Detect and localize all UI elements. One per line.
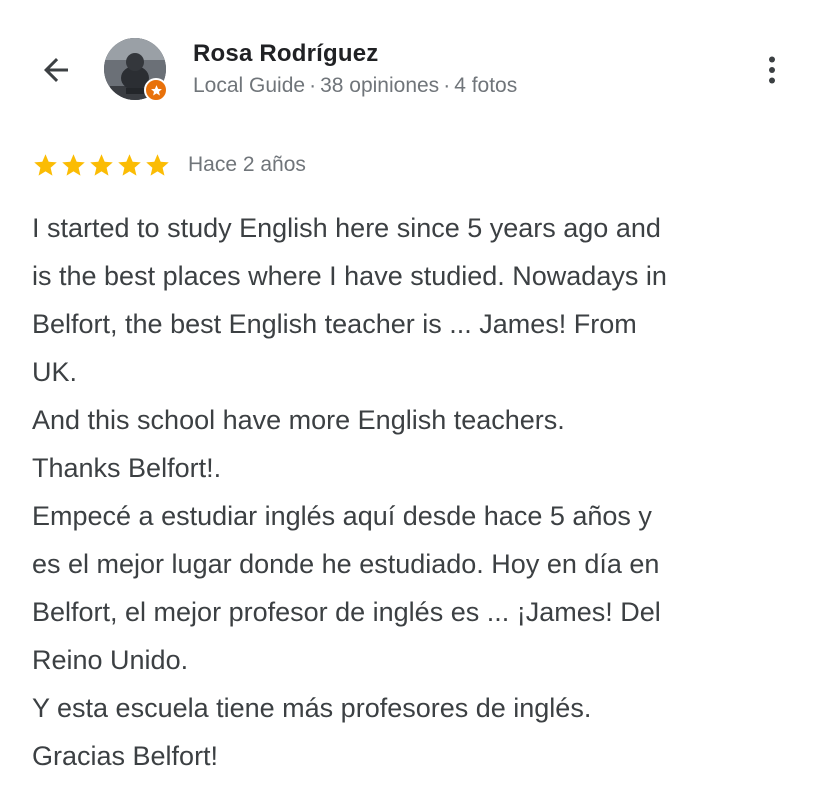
star-filled-icon bbox=[34, 153, 57, 176]
more-options-button[interactable] bbox=[752, 48, 792, 92]
meta-separator: · bbox=[309, 74, 317, 97]
avatar-container[interactable] bbox=[104, 38, 168, 104]
review-text-line: Belfort, el mejor profesor de inglés es … bbox=[32, 597, 661, 627]
review-text-line: es el mejor lugar donde he estudiado. Ho… bbox=[32, 549, 660, 579]
star-filled-icon bbox=[118, 153, 141, 176]
review-text-line: Empecé a estudiar inglés aquí desde hace… bbox=[32, 501, 652, 531]
review-date: Hace 2 años bbox=[188, 153, 306, 176]
reviewer-meta: Local Guide · 38 opiniones · 4 fotos bbox=[193, 74, 517, 98]
review-header: Rosa Rodríguez Local Guide · 38 opiniones ·… bbox=[0, 0, 828, 130]
review-text-line: Gracias Belfort! bbox=[32, 741, 219, 771]
review-text: I started to study English here since 5 … bbox=[32, 204, 807, 780]
review-text-line: I started to study English here since 5 … bbox=[32, 213, 661, 243]
local-guide-label: Local Guide bbox=[193, 74, 306, 97]
local-guide-star-icon bbox=[150, 84, 162, 95]
star-filled-icon bbox=[146, 153, 169, 176]
star-rating bbox=[32, 152, 171, 179]
review-text-line: UK. bbox=[32, 357, 78, 387]
reviews-count: 38 opiniones bbox=[320, 74, 440, 97]
meta-separator: · bbox=[443, 74, 451, 97]
review-text-line: Reino Unido. bbox=[32, 645, 189, 675]
review-text-line: is the best places where I have studied.… bbox=[32, 261, 667, 291]
back-button[interactable] bbox=[30, 46, 82, 94]
more-vert-icon bbox=[769, 56, 775, 84]
review-text-line: Belfort, the best English teacher is ...… bbox=[32, 309, 637, 339]
review-text-line: And this school have more English teache… bbox=[32, 405, 565, 435]
local-guide-badge bbox=[144, 78, 168, 102]
review-text-line: Thanks Belfort!. bbox=[32, 453, 222, 483]
rating-row: Hace 2 años bbox=[32, 150, 306, 180]
photos-count: 4 fotos bbox=[454, 74, 518, 97]
arrow-left-icon bbox=[44, 58, 68, 82]
reviewer-name[interactable]: Rosa Rodríguez bbox=[193, 40, 378, 68]
star-filled-icon bbox=[62, 153, 85, 176]
review-text-line: Y esta escuela tiene más profesores de i… bbox=[32, 693, 592, 723]
star-filled-icon bbox=[90, 153, 113, 176]
